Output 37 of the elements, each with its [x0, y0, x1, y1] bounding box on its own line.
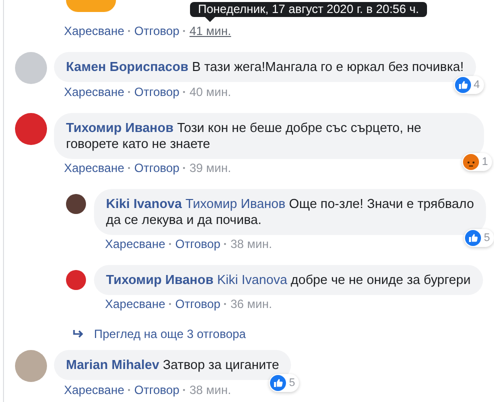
- reply-link[interactable]: Отговор: [134, 383, 180, 397]
- reply-link[interactable]: Отговор: [175, 297, 220, 311]
- author-name[interactable]: Kiki Ivanova: [106, 196, 182, 211]
- like-link[interactable]: Харесване: [105, 237, 166, 251]
- date-tooltip: Понеделник, 17 август 2020 г. в 20:56 ч.: [190, 2, 427, 17]
- view-more-replies-link[interactable]: Преглед на още 3 отговора: [94, 327, 246, 341]
- like-link[interactable]: Харесване: [105, 297, 166, 311]
- avatar[interactable]: [15, 113, 47, 145]
- comment-text: Камен Бориспасов В тази жега!Мангала го е юркал без почивка!: [66, 59, 464, 75]
- reply-link[interactable]: Отговор: [134, 85, 180, 99]
- author-name[interactable]: Тихомир Иванов: [66, 120, 174, 135]
- comment-text: Тихомир Иванов Kiki Ivanova добре че не ониде за бургери: [106, 272, 471, 288]
- thumbs-up-icon: [454, 77, 471, 93]
- mention-link[interactable]: Тихомир Иванов: [186, 196, 286, 211]
- avatar[interactable]: [66, 270, 86, 290]
- comment-text: Тихомир Иванов Този кон не беше добре със сърцето, не говорете като не знаете: [66, 120, 422, 152]
- reply-link[interactable]: Отговор: [134, 161, 180, 175]
- author-name[interactable]: Тихомир Иванов: [106, 272, 214, 287]
- like-link[interactable]: Харесване: [64, 85, 124, 99]
- sticker-image: [66, 0, 116, 12]
- angry-face-icon: [462, 154, 479, 170]
- comment-text: Marian Mihalev Затвор за циганите: [66, 357, 280, 373]
- thumbs-up-icon: [464, 230, 481, 246]
- reply-link[interactable]: Отговор: [134, 24, 180, 38]
- author-name[interactable]: Камен Бориспасов: [66, 59, 188, 74]
- like-link[interactable]: Харесване: [64, 161, 124, 175]
- tooltip-pointer: [205, 17, 215, 22]
- like-link[interactable]: Харесване: [64, 383, 124, 397]
- author-name[interactable]: Marian Mihalev: [66, 357, 160, 372]
- thumbs-up-icon: [270, 375, 286, 391]
- timestamp-link[interactable]: 41 мин.: [189, 24, 232, 38]
- avatar[interactable]: [66, 194, 86, 214]
- mention-link[interactable]: Kiki Ivanova: [217, 272, 288, 287]
- reply-arrow-icon: [72, 329, 84, 339]
- like-link[interactable]: Харесване: [64, 24, 124, 38]
- comment-text: Kiki Ivanova Тихомир Иванов Още по-зле! Значи е трябвало да се лекува и да почива.: [106, 196, 474, 228]
- reply-link[interactable]: Отговор: [175, 237, 220, 251]
